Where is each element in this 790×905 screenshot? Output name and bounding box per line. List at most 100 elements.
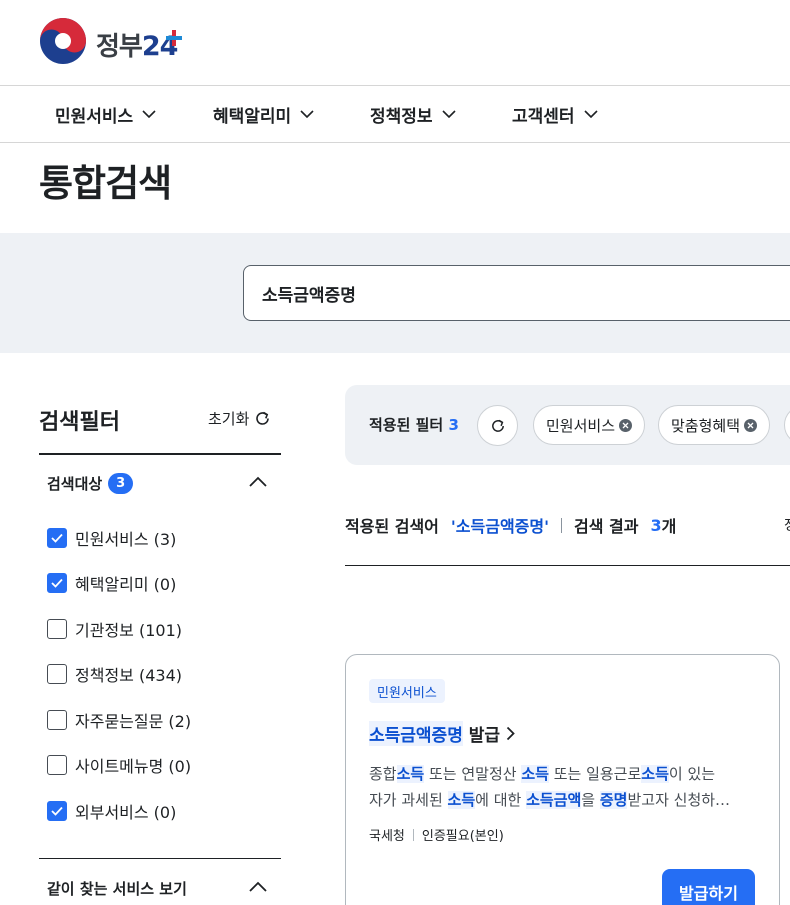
chip-label: 민원서비스 xyxy=(546,416,616,435)
site-header: 정부24 xyxy=(0,0,790,86)
reset-label: 초기화 xyxy=(208,410,250,428)
brand-text: 정부 xyxy=(96,32,143,62)
desc-text: 자가 과세된 xyxy=(369,791,448,809)
nav-item-benefits[interactable]: 혜택알리미 xyxy=(213,86,314,142)
filter-group-target[interactable]: 검색대상 3 xyxy=(47,473,134,494)
checkbox-agency-info[interactable]: 기관정보 (101) xyxy=(47,617,182,641)
desc-text: 종합 xyxy=(369,765,397,783)
title-rest: 발급 xyxy=(468,726,501,746)
checkbox-policy-info[interactable]: 정책정보 (434) xyxy=(47,662,182,686)
title-highlight: 소득금액증명 xyxy=(369,721,463,746)
result-count-unit: 개 xyxy=(661,517,677,536)
result-description: 종합소득 또는 연말정산 소득 또는 일용근로소득이 있는 자가 과세된 소득에… xyxy=(369,761,764,813)
checkbox-benefits[interactable]: 혜택알리미 (0) xyxy=(47,571,176,595)
search-box xyxy=(243,265,790,321)
checkbox[interactable] xyxy=(47,664,67,684)
page-title: 통합검색 xyxy=(39,162,172,205)
description-line-1: 종합소득 또는 연말정산 소득 또는 일용근로소득이 있는 xyxy=(369,761,764,787)
desc-text: 또는 연말정산 xyxy=(424,765,522,783)
auth-requirement: 인증필요(본인) xyxy=(421,829,504,844)
checkbox-label: 사이트메뉴명 (0) xyxy=(75,757,192,776)
chevron-down-icon xyxy=(583,110,598,118)
desc-text: 받고자 신청하… xyxy=(627,791,731,809)
refresh-icon xyxy=(491,419,504,432)
checkbox[interactable] xyxy=(47,528,67,548)
count-badge: 3 xyxy=(108,473,134,494)
government-logo-icon[interactable] xyxy=(39,17,87,65)
agency-name: 국세청 xyxy=(369,829,405,844)
desc-text: 또는 일용근로 xyxy=(548,765,642,783)
sort-option-cut[interactable]: 정 xyxy=(784,515,790,535)
desc-text: 이 있는 xyxy=(668,765,716,783)
divider xyxy=(412,828,414,841)
checkbox[interactable] xyxy=(47,573,67,593)
checkbox-label: 민원서비스 (3) xyxy=(75,530,177,549)
desc-highlight: 소득 xyxy=(641,765,669,783)
chevron-up-icon[interactable] xyxy=(248,476,268,488)
desc-text: 에 대한 xyxy=(475,791,527,809)
applied-keyword: '소득금액증명' xyxy=(450,517,550,536)
filter-reset-button[interactable]: 초기화 xyxy=(208,408,271,429)
check-icon xyxy=(51,806,63,816)
checkbox-label: 외부서비스 (0) xyxy=(75,803,177,822)
close-icon[interactable] xyxy=(619,418,633,432)
result-summary: 적용된 검색어 '소득금액증명' 검색 결과 3 개 xyxy=(345,513,676,537)
nav-label: 정책정보 xyxy=(370,106,433,127)
chevron-right-icon xyxy=(506,726,515,741)
check-icon xyxy=(51,578,63,588)
nav-item-customer-center[interactable]: 고객센터 xyxy=(512,86,598,142)
check-icon xyxy=(51,533,63,543)
desc-highlight: 증명 xyxy=(599,791,628,809)
checkbox-label: 자주묻는질문 (2) xyxy=(75,712,192,731)
checkbox-faq[interactable]: 자주묻는질문 (2) xyxy=(47,708,191,732)
category-tag: 민원서비스 xyxy=(369,679,445,703)
filter-label-text: 적용된 필터 xyxy=(369,416,444,434)
result-title-link[interactable]: 소득금액증명 발급 xyxy=(369,721,515,746)
applied-keyword-label: 적용된 검색어 xyxy=(345,517,439,536)
main-nav: 민원서비스 혜택알리미 정책정보 고객센터 xyxy=(0,86,790,143)
refresh-icon xyxy=(256,411,270,425)
divider xyxy=(345,565,790,566)
description-line-2: 자가 과세된 소득에 대한 소득금액을 증명받고자 신청하… xyxy=(369,787,764,813)
checkbox-external-services[interactable]: 외부서비스 (0) xyxy=(47,799,176,823)
chip-label: 맞춤형혜택 xyxy=(671,416,741,435)
desc-highlight: 소득 xyxy=(521,765,549,783)
search-input[interactable] xyxy=(244,266,790,320)
filter-count: 3 xyxy=(448,416,459,434)
chevron-down-icon xyxy=(441,110,456,118)
checkbox-label: 혜택알리미 (0) xyxy=(75,575,177,594)
filter-refresh-button[interactable] xyxy=(477,405,518,446)
chevron-down-icon xyxy=(300,110,314,118)
nav-label: 민원서비스 xyxy=(55,106,134,127)
issue-button[interactable]: 발급하기 xyxy=(662,869,755,905)
chevron-up-icon[interactable] xyxy=(248,881,268,893)
result-count: 3 xyxy=(650,515,662,535)
desc-highlight: 소득금액 xyxy=(526,791,582,809)
checkbox-civil-services[interactable]: 민원서비스 (3) xyxy=(47,526,176,550)
desc-highlight: 소득 xyxy=(396,765,425,783)
checkbox[interactable] xyxy=(47,710,67,730)
group-label: 검색대상 xyxy=(47,475,103,493)
filter-chip-civil-services[interactable]: 민원서비스 xyxy=(533,405,646,445)
applied-filters-label: 적용된 필터 3 xyxy=(369,414,459,435)
nav-label: 혜택알리미 xyxy=(213,106,292,127)
divider xyxy=(39,858,281,859)
divider xyxy=(39,453,281,455)
desc-text: 을 xyxy=(581,791,600,809)
result-meta: 국세청 인증필요(본인) xyxy=(369,825,504,844)
result-count-label: 검색 결과 xyxy=(574,517,639,536)
filter-group-related[interactable]: 같이 찾는 서비스 보기 xyxy=(47,878,187,899)
checkbox-label: 정책정보 (434) xyxy=(75,666,182,685)
close-icon[interactable] xyxy=(744,418,758,432)
filter-chip-benefits[interactable]: 맞춤형혜택 xyxy=(658,405,771,445)
nav-item-civil-services[interactable]: 민원서비스 xyxy=(55,86,156,142)
nav-item-policy[interactable]: 정책정보 xyxy=(370,86,456,142)
divider xyxy=(561,517,563,533)
checkbox[interactable] xyxy=(47,801,67,821)
checkbox[interactable] xyxy=(47,755,67,775)
checkbox[interactable] xyxy=(47,619,67,639)
checkbox-site-menu[interactable]: 사이트메뉴명 (0) xyxy=(47,753,191,777)
plus-icon xyxy=(166,30,182,46)
filter-title: 검색필터 xyxy=(39,410,120,435)
chevron-down-icon xyxy=(142,110,156,118)
